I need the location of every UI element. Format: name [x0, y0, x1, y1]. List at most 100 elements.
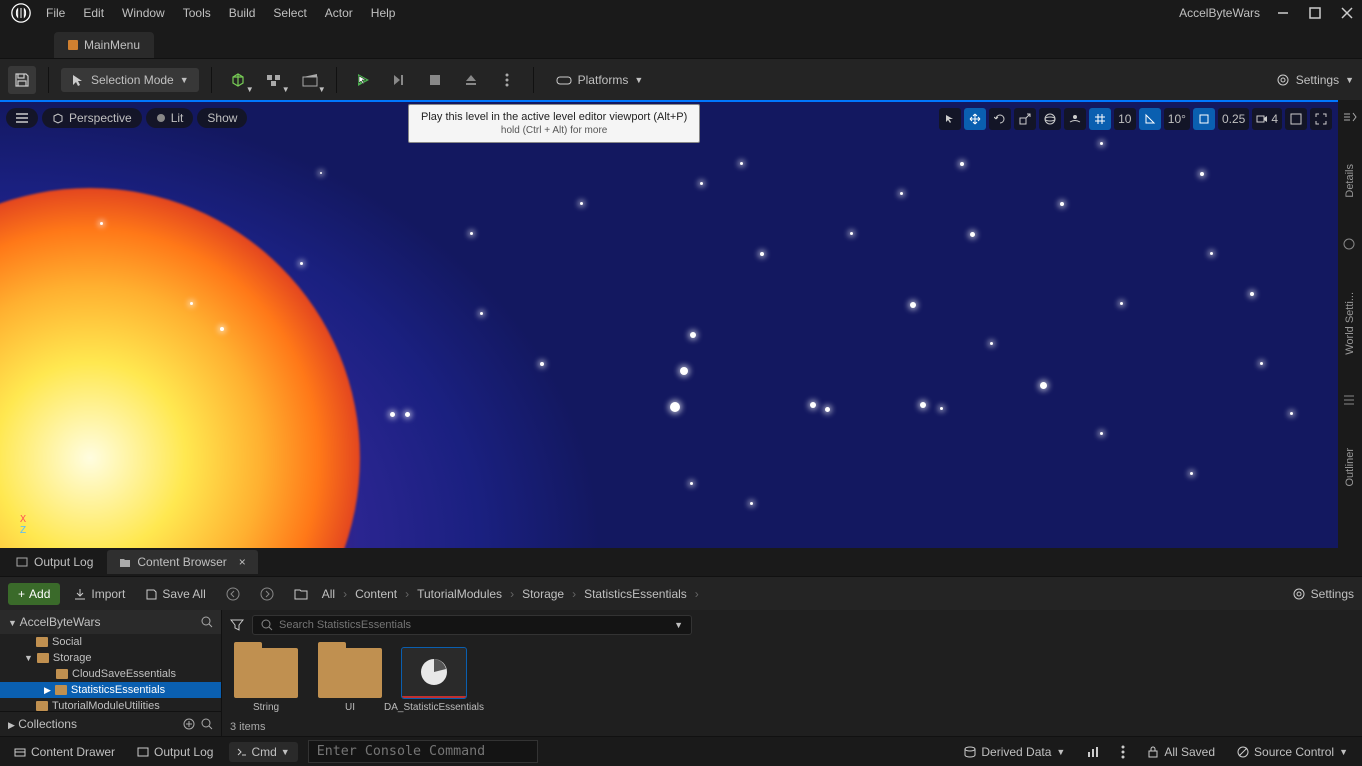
save-all-button[interactable]: Save All — [139, 584, 211, 604]
search-icon[interactable] — [201, 718, 213, 730]
filter-icon[interactable] — [230, 618, 244, 632]
camera-speed[interactable]: 4 — [1252, 108, 1282, 130]
asset-ui-folder[interactable]: UI — [314, 648, 386, 713]
viewport-menu-button[interactable] — [6, 108, 38, 128]
grid-snap-value[interactable]: 10 — [1114, 108, 1136, 130]
maximize-icon[interactable] — [1308, 6, 1322, 20]
angle-snap-toggle[interactable] — [1139, 108, 1161, 130]
list-rail-icon — [1343, 394, 1357, 408]
blueprint-button[interactable]: ▼ — [260, 66, 288, 94]
eject-button[interactable] — [457, 66, 485, 94]
history-back[interactable] — [220, 584, 246, 604]
collections-row[interactable]: ▶ Collections — [0, 711, 221, 736]
menu-help[interactable]: Help — [371, 6, 396, 20]
minimize-icon[interactable] — [1276, 6, 1290, 20]
rail-world-settings[interactable]: World Setti... — [1344, 292, 1356, 355]
chevron-down-icon: ▼ — [1345, 75, 1354, 85]
tab-output-log[interactable]: Output Log — [4, 550, 105, 574]
menu-actor[interactable]: Actor — [325, 6, 353, 20]
menu-edit[interactable]: Edit — [83, 6, 104, 20]
tab-content-browser[interactable]: Content Browser × — [107, 550, 257, 574]
coord-space-toggle[interactable] — [1039, 108, 1061, 130]
surface-snap-toggle[interactable] — [1064, 108, 1086, 130]
import-button[interactable]: Import — [68, 584, 131, 604]
menu-window[interactable]: Window — [122, 6, 165, 20]
viewport-right-controls: 10 10° 0.25 4 — [939, 108, 1332, 130]
viewport-maximize[interactable] — [1310, 108, 1332, 130]
translate-tool[interactable] — [964, 108, 986, 130]
tooltip-main: Play this level in the active level edit… — [421, 111, 687, 123]
scale-snap-value[interactable]: 0.25 — [1218, 108, 1249, 130]
history-forward[interactable] — [254, 584, 280, 604]
scale-snap-toggle[interactable] — [1193, 108, 1215, 130]
save-button[interactable] — [8, 66, 36, 94]
menu-build[interactable]: Build — [229, 6, 256, 20]
selection-mode-dropdown[interactable]: Selection Mode ▼ — [61, 68, 199, 92]
asset-string-folder[interactable]: String — [230, 648, 302, 713]
content-browser-toolbar: + Add Import Save All All› Content› Tuto… — [0, 576, 1362, 610]
close-icon[interactable] — [1340, 6, 1354, 20]
scale-tool[interactable] — [1014, 108, 1036, 130]
search-icon[interactable] — [201, 616, 213, 628]
play-options-button[interactable] — [493, 66, 521, 94]
move-icon — [969, 113, 981, 125]
stop-button[interactable] — [421, 66, 449, 94]
viewport-layout[interactable] — [1285, 108, 1307, 130]
chevron-down-icon[interactable]: ▼ — [674, 620, 683, 630]
menu-tools[interactable]: Tools — [183, 6, 211, 20]
cinematics-button[interactable]: ▼ — [296, 66, 324, 94]
settings-dropdown[interactable]: Settings ▼ — [1276, 73, 1354, 87]
source-control-button[interactable]: Source Control ▼ — [1231, 742, 1354, 762]
more-button[interactable] — [1115, 742, 1131, 762]
all-saved-indicator[interactable]: All Saved — [1141, 742, 1221, 762]
level-viewport[interactable]: Play this level in the active level edit… — [0, 100, 1338, 548]
platforms-dropdown[interactable]: Platforms ▼ — [546, 67, 654, 93]
derived-data-button[interactable]: Derived Data ▼ — [958, 742, 1071, 762]
cmd-dropdown[interactable]: Cmd ▼ — [229, 742, 297, 762]
tree-root[interactable]: ▼ AccelByteWars — [0, 610, 221, 634]
cmd-label: Cmd — [251, 745, 276, 759]
angle-snap-value[interactable]: 10° — [1164, 108, 1190, 130]
tree-tutorialutil[interactable]: TutorialModuleUtilities — [0, 698, 221, 711]
rail-details[interactable]: Details — [1344, 164, 1356, 198]
bc-storage[interactable]: Storage — [522, 587, 564, 601]
content-drawer-button[interactable]: Content Drawer — [8, 742, 121, 762]
settings-label: Settings — [1296, 73, 1339, 87]
bc-all[interactable]: All — [322, 587, 335, 601]
select-tool[interactable] — [939, 108, 961, 130]
asset-da-statistic[interactable]: DA_StatisticEssentials — [398, 648, 470, 713]
perspective-dropdown[interactable]: Perspective — [42, 108, 142, 128]
menu-select[interactable]: Select — [273, 6, 306, 20]
play-skip-button[interactable] — [385, 66, 413, 94]
play-button[interactable] — [349, 66, 377, 94]
rotate-tool[interactable] — [989, 108, 1011, 130]
cb-settings-button[interactable]: Settings — [1293, 587, 1354, 601]
console-field[interactable] — [317, 744, 529, 759]
show-dropdown[interactable]: Show — [197, 108, 247, 128]
grid-snap-toggle[interactable] — [1089, 108, 1111, 130]
add-content-button[interactable]: ▼ — [224, 66, 252, 94]
grid-icon — [1094, 113, 1106, 125]
tree-storage[interactable]: ▼Storage — [0, 650, 221, 666]
output-log-button[interactable]: Output Log — [131, 742, 219, 762]
search-field[interactable] — [279, 619, 668, 631]
lit-dropdown[interactable]: Lit — [146, 108, 194, 128]
add-collection-icon[interactable] — [183, 718, 195, 730]
tab-mainmenu[interactable]: MainMenu — [54, 32, 154, 58]
output-log-label: Output Log — [154, 745, 213, 759]
bc-stats[interactable]: StatisticsEssentials — [584, 587, 687, 601]
close-tab-icon[interactable]: × — [239, 555, 246, 569]
tree-statistics[interactable]: ▶StatisticsEssentials — [0, 682, 221, 698]
menu-file[interactable]: File — [46, 6, 65, 20]
breadcrumb-folder[interactable] — [288, 585, 314, 603]
search-input[interactable]: ▼ — [252, 615, 692, 635]
expand-rail-icon[interactable] — [1343, 110, 1357, 124]
console-input[interactable] — [308, 740, 538, 763]
rail-outliner[interactable]: Outliner — [1344, 448, 1356, 487]
tree-social[interactable]: Social — [0, 634, 221, 650]
bc-tutorial[interactable]: TutorialModules — [417, 587, 502, 601]
bc-content[interactable]: Content — [355, 587, 397, 601]
tree-cloudsave[interactable]: CloudSaveEssentials — [0, 666, 221, 682]
stats-button[interactable] — [1081, 743, 1105, 761]
add-button[interactable]: + Add — [8, 583, 60, 605]
